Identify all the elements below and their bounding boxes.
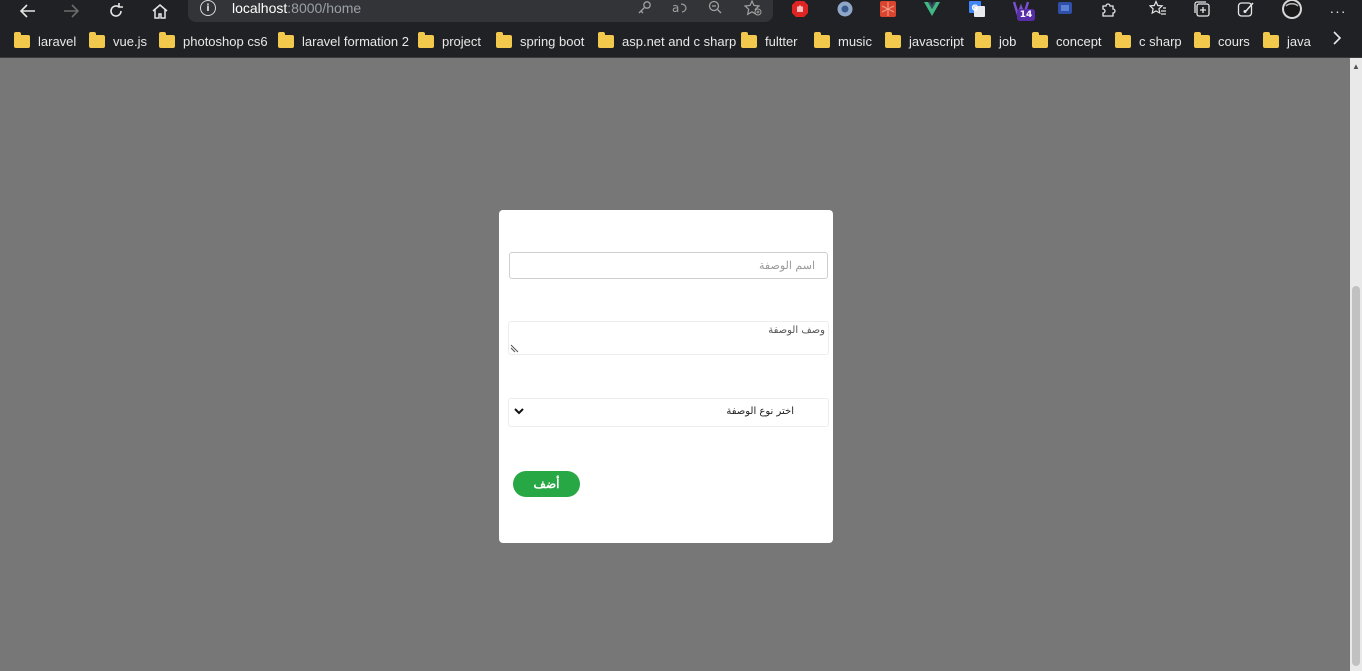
- folder-icon: [885, 31, 901, 48]
- bookmark-folder[interactable]: project: [418, 30, 481, 52]
- bookmark-folder[interactable]: concept: [1032, 30, 1102, 52]
- scrollbar-thumb[interactable]: [1352, 286, 1360, 666]
- bookmark-folder[interactable]: job: [975, 30, 1016, 52]
- bookmark-folder[interactable]: asp.net and c sharp: [598, 30, 736, 52]
- folder-icon: [278, 31, 294, 48]
- folder-icon: [496, 31, 512, 48]
- folder-icon: [975, 31, 991, 48]
- folder-icon: [418, 31, 434, 48]
- bookmark-label: spring boot: [520, 33, 585, 49]
- bookmarks-bar: laravel vue.js photoshop cs6 laravel for…: [0, 26, 1362, 58]
- vertical-scrollbar[interactable]: ▲: [1350, 58, 1362, 671]
- folder-icon: [814, 31, 830, 48]
- bookmark-folder[interactable]: laravel: [14, 30, 76, 52]
- bookmark-label: c sharp: [1139, 33, 1182, 49]
- back-icon[interactable]: [18, 0, 38, 22]
- folder-icon: [1115, 31, 1131, 48]
- bookmark-label: laravel formation 2: [302, 33, 409, 49]
- bookmark-label: vue.js: [113, 33, 147, 49]
- bookmark-label: concept: [1056, 33, 1102, 49]
- blue-extension-icon[interactable]: [1055, 0, 1075, 18]
- profile-avatar[interactable]: [1280, 0, 1304, 19]
- bookmark-folder[interactable]: cours: [1194, 30, 1250, 52]
- folder-icon: [14, 31, 30, 48]
- adblock-extension-icon[interactable]: [790, 0, 810, 18]
- performance-icon[interactable]: [1236, 0, 1256, 18]
- collections-icon[interactable]: [1192, 0, 1212, 18]
- circle-extension-icon[interactable]: [835, 0, 855, 18]
- bookmark-label: fultter: [765, 33, 798, 49]
- folder-icon: [89, 31, 105, 48]
- bookmark-label: photoshop cs6: [183, 33, 268, 49]
- folder-icon: [741, 31, 757, 48]
- bookmark-label: laravel: [38, 33, 77, 49]
- folder-icon: [1263, 31, 1279, 48]
- folder-icon: [1032, 31, 1048, 48]
- folder-icon: [598, 31, 614, 48]
- resize-grip-icon[interactable]: [510, 343, 520, 353]
- bookmark-label: asp.net and c sharp: [622, 33, 737, 49]
- url-path: :8000/home: [287, 0, 362, 16]
- bookmark-folder[interactable]: laravel formation 2: [278, 30, 409, 52]
- bookmark-label: cours: [1218, 33, 1250, 49]
- scroll-up-arrow-icon[interactable]: ▲: [1350, 62, 1362, 72]
- bookmark-folder[interactable]: music: [814, 30, 872, 52]
- address-bar[interactable]: i localhost:8000/home a: [188, 0, 773, 22]
- bookmark-label: music: [838, 33, 872, 49]
- bookmark-label: project: [442, 33, 482, 49]
- extension-badge: 14: [1017, 9, 1035, 21]
- folder-icon: [159, 31, 175, 48]
- bookmark-folder[interactable]: vue.js: [89, 30, 147, 52]
- recipe-type-select[interactable]: اختر نوع الوصفة: [508, 398, 829, 427]
- bookmark-folder[interactable]: javascript: [885, 30, 964, 52]
- site-info-icon[interactable]: i: [200, 0, 216, 16]
- forward-icon[interactable]: [61, 0, 81, 22]
- browser-toolbar: i localhost:8000/home a G 14 ···: [0, 0, 1362, 26]
- home-icon[interactable]: [150, 0, 170, 22]
- bookmark-folder[interactable]: java: [1263, 30, 1311, 52]
- recipe-name-input[interactable]: [509, 252, 828, 279]
- svg-text:a: a: [672, 1, 679, 14]
- recipe-description-textarea[interactable]: [508, 321, 829, 355]
- bookmark-folder[interactable]: fultter: [741, 30, 798, 52]
- bookmark-folder[interactable]: spring boot: [496, 30, 584, 52]
- bookmark-label: java: [1287, 33, 1311, 49]
- more-menu-icon[interactable]: ···: [1326, 0, 1350, 22]
- add-favorite-icon[interactable]: [743, 0, 762, 19]
- key-icon[interactable]: [638, 0, 652, 17]
- favorites-icon[interactable]: [1148, 0, 1168, 18]
- bookmark-label: javascript: [909, 33, 964, 49]
- url-host: localhost: [232, 0, 288, 16]
- vue-devtools-icon[interactable]: [922, 0, 942, 18]
- zoom-out-icon[interactable]: [708, 0, 722, 17]
- reload-icon[interactable]: [106, 0, 126, 22]
- recipe-form-card: اختر نوع الوصفة أضف: [499, 210, 833, 543]
- google-translate-icon[interactable]: G: [967, 0, 987, 18]
- folder-icon: [1194, 31, 1210, 48]
- bookmarks-overflow-chevron-icon[interactable]: [1332, 31, 1342, 50]
- url-text[interactable]: localhost:8000/home: [232, 0, 361, 16]
- chevron-down-icon: [514, 408, 524, 415]
- svg-text:G: G: [972, 4, 979, 13]
- bookmark-folder[interactable]: c sharp: [1115, 30, 1182, 52]
- extensions-puzzle-icon[interactable]: [1099, 0, 1119, 18]
- ruby-extension-icon[interactable]: [878, 0, 898, 18]
- recipe-type-selected-value: اختر نوع الوصفة: [726, 406, 794, 417]
- bookmark-label: job: [999, 33, 1017, 49]
- add-recipe-button[interactable]: أضف: [513, 471, 580, 497]
- bookmark-folder[interactable]: photoshop cs6: [159, 30, 268, 52]
- read-aloud-icon[interactable]: a: [672, 0, 688, 17]
